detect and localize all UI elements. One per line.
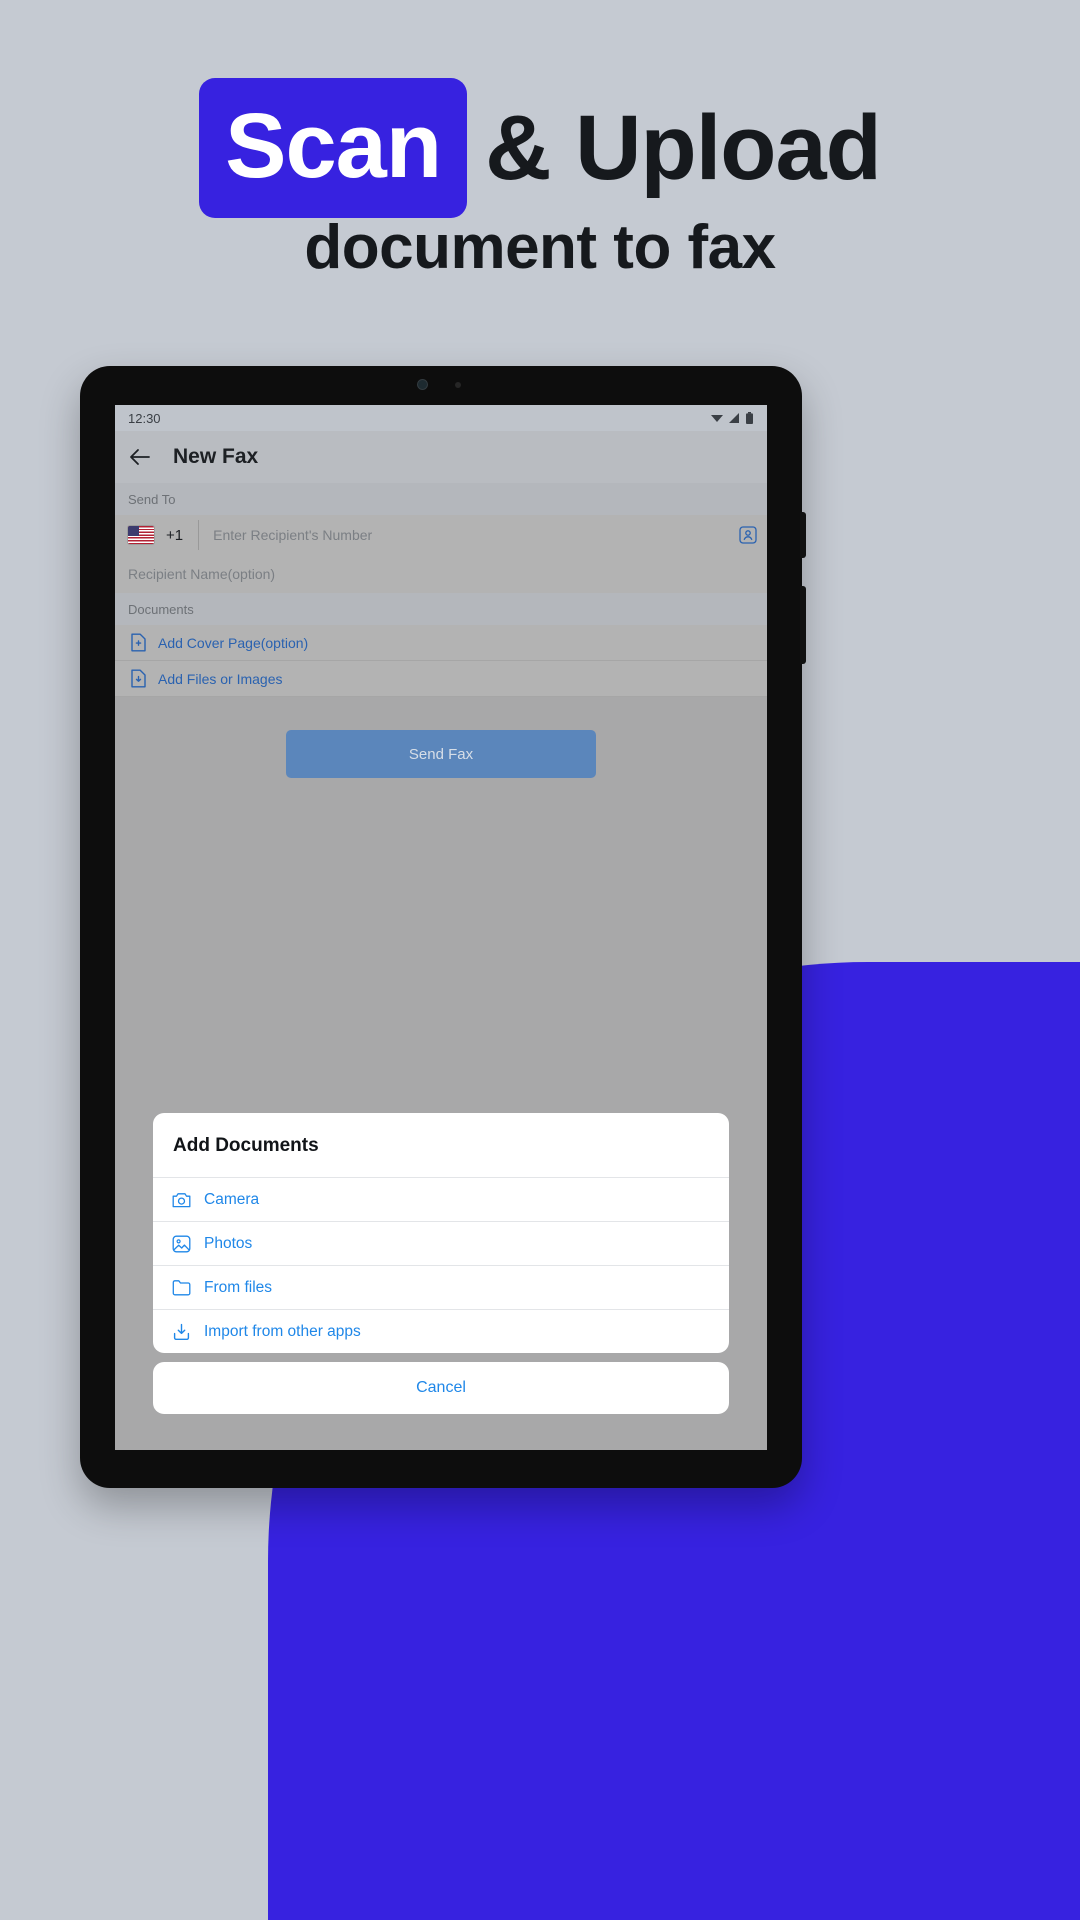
add-files-or-images-label: Add Files or Images bbox=[158, 670, 283, 687]
send-to-section-label: Send To bbox=[115, 483, 767, 515]
us-flag-icon[interactable] bbox=[128, 526, 154, 544]
sheet-item-camera-label: Camera bbox=[204, 1190, 260, 1208]
recipient-number-input[interactable]: Enter Recipient's Number bbox=[213, 527, 739, 543]
add-files-or-images-row[interactable]: Add Files or Images bbox=[115, 661, 767, 697]
camera-icon bbox=[172, 1191, 191, 1208]
promo-headline: Scan & Upload bbox=[0, 78, 1080, 218]
headline-rest-text: & Upload bbox=[485, 97, 882, 199]
contact-book-icon[interactable] bbox=[739, 526, 757, 544]
sheet-item-camera[interactable]: Camera bbox=[153, 1177, 729, 1221]
sheet-item-from-files-label: From files bbox=[204, 1278, 273, 1296]
status-bar: 12:30 bbox=[115, 405, 767, 431]
page-title: New Fax bbox=[173, 445, 259, 468]
documents-section-label: Documents bbox=[115, 593, 767, 625]
country-dial-code[interactable]: +1 bbox=[166, 527, 183, 544]
action-sheet-title: Add Documents bbox=[173, 1135, 319, 1156]
status-bar-clock: 12:30 bbox=[128, 410, 161, 426]
app-bar: New Fax bbox=[115, 431, 767, 483]
import-download-icon bbox=[172, 1323, 191, 1341]
sheet-item-photos-label: Photos bbox=[204, 1234, 253, 1252]
sheet-item-from-files[interactable]: From files bbox=[153, 1265, 729, 1309]
folder-icon bbox=[172, 1279, 191, 1296]
proximity-sensor-icon bbox=[455, 382, 461, 388]
battery-icon bbox=[746, 412, 753, 424]
send-fax-button[interactable]: Send Fax bbox=[286, 730, 596, 778]
signal-icon bbox=[729, 413, 740, 423]
document-add-icon bbox=[130, 633, 147, 652]
photo-icon bbox=[172, 1235, 191, 1253]
cancel-button[interactable]: Cancel bbox=[153, 1362, 729, 1414]
sheet-item-import-other-apps[interactable]: Import from other apps bbox=[153, 1309, 729, 1353]
sheet-item-photos[interactable]: Photos bbox=[153, 1221, 729, 1265]
headline-highlight-chip: Scan bbox=[199, 78, 468, 218]
tablet-screen: 12:30 New Fax Send To +1 Enter Recipient… bbox=[115, 405, 767, 1450]
volume-up-button[interactable] bbox=[800, 512, 806, 558]
action-sheet-panel: Add Documents Camera Photos From files I… bbox=[153, 1113, 729, 1353]
front-camera-icon bbox=[417, 379, 428, 390]
recipient-number-row[interactable]: +1 Enter Recipient's Number bbox=[115, 515, 767, 555]
sheet-item-import-other-apps-label: Import from other apps bbox=[204, 1322, 361, 1340]
document-download-icon bbox=[130, 669, 147, 688]
add-documents-action-sheet: Add Documents Camera Photos From files I… bbox=[153, 1113, 729, 1414]
volume-down-button[interactable] bbox=[800, 586, 806, 664]
promo-subheadline: document to fax bbox=[304, 213, 776, 282]
add-cover-page-row[interactable]: Add Cover Page(option) bbox=[115, 625, 767, 661]
arrow-left-icon[interactable] bbox=[129, 448, 151, 466]
recipient-name-input[interactable]: Recipient Name(option) bbox=[115, 555, 767, 593]
add-cover-page-label: Add Cover Page(option) bbox=[158, 634, 309, 651]
wifi-icon bbox=[711, 413, 723, 423]
field-divider bbox=[198, 520, 200, 550]
